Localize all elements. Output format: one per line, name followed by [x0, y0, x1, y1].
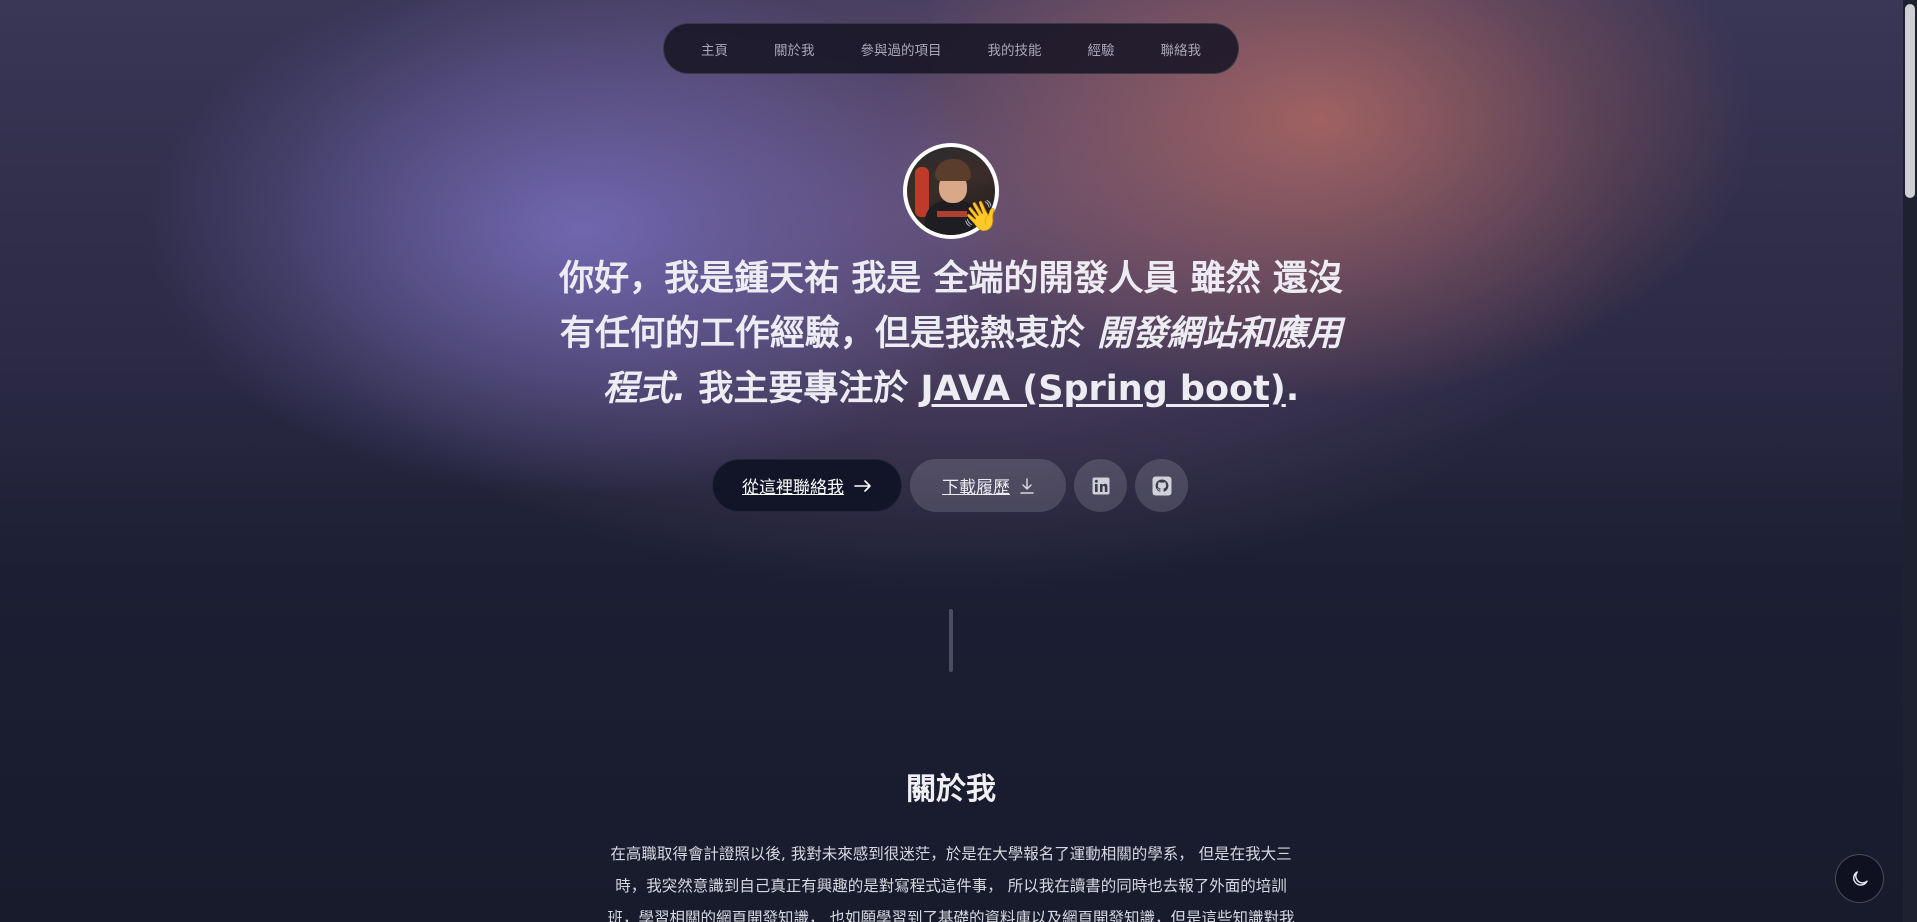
theme-toggle-button[interactable]	[1835, 854, 1884, 903]
contact-me-label: 從這裡聯絡我	[742, 478, 844, 498]
nav-item-skills[interactable]: 我的技能	[988, 39, 1042, 59]
download-icon	[1020, 477, 1034, 494]
hero-focus-link[interactable]: JAVA (Spring boot)	[921, 369, 1286, 409]
avatar-chair	[915, 167, 929, 217]
about-section-title: 關於我	[906, 772, 996, 807]
contact-me-button[interactable]: 從這裡聯絡我	[712, 459, 902, 512]
hero-period: .	[1285, 369, 1300, 409]
download-resume-label: 下載履歷	[942, 478, 1010, 498]
linkedin-button[interactable]	[1074, 459, 1127, 512]
hero-text-3: 任何的工作經驗，但是我熱衷於	[594, 314, 1098, 354]
hero-text-2: 雖然	[1178, 259, 1273, 299]
hero-greeting: 你好，我是鍾天祐	[559, 259, 840, 299]
nav-item-about[interactable]: 關於我	[774, 39, 815, 59]
nav-item-home[interactable]: 主頁	[701, 39, 728, 59]
nav-item-projects[interactable]: 參與過的項目	[861, 39, 942, 59]
top-navigation: 主頁 關於我 參與過的項目 我的技能 經驗 聯絡我	[663, 23, 1239, 74]
moon-icon	[1852, 870, 1868, 886]
avatar-hair	[935, 159, 971, 181]
github-button[interactable]	[1135, 459, 1188, 512]
nav-item-contact[interactable]: 聯絡我	[1161, 39, 1202, 59]
about-paragraph: 在高職取得會計證照以後, 我對未來感到很迷茫，於是在大學報名了運動相關的學系， …	[592, 838, 1310, 922]
wave-emoji-icon: 👋	[962, 199, 1000, 234]
hero-text-4: 我主要專注於	[686, 369, 921, 409]
page-scrollbar[interactable]	[1903, 0, 1917, 922]
section-divider	[949, 609, 953, 672]
hero-text-1: 我是	[839, 259, 934, 299]
arrow-right-icon	[854, 479, 871, 492]
scrollbar-thumb[interactable]	[1905, 4, 1915, 198]
github-icon	[1152, 476, 1171, 495]
hero-intro: 你好，我是鍾天祐 我是 全端的開發人員 雖然 還沒有任何的工作經驗，但是我熱衷於…	[550, 252, 1352, 417]
download-resume-button[interactable]: 下載履歷	[910, 459, 1066, 512]
nav-item-experience[interactable]: 經驗	[1088, 39, 1115, 59]
hero-role: 全端的開發人員	[933, 259, 1179, 299]
about-line: 班，學習相關的網頁開發知識， 也如願學習到了基礎的資料庫以及網頁開發知識，但是這…	[607, 909, 1295, 922]
about-line: 在高職取得會計證照以後, 我對未來感到很迷茫，於是在大學報名了運動相關的學系， …	[610, 845, 1292, 863]
about-line: 時，我突然意識到自己真正有興趣的是對寫程式這件事， 所以我在讀書的同時也去報了外…	[615, 877, 1287, 895]
linkedin-icon	[1092, 477, 1109, 494]
